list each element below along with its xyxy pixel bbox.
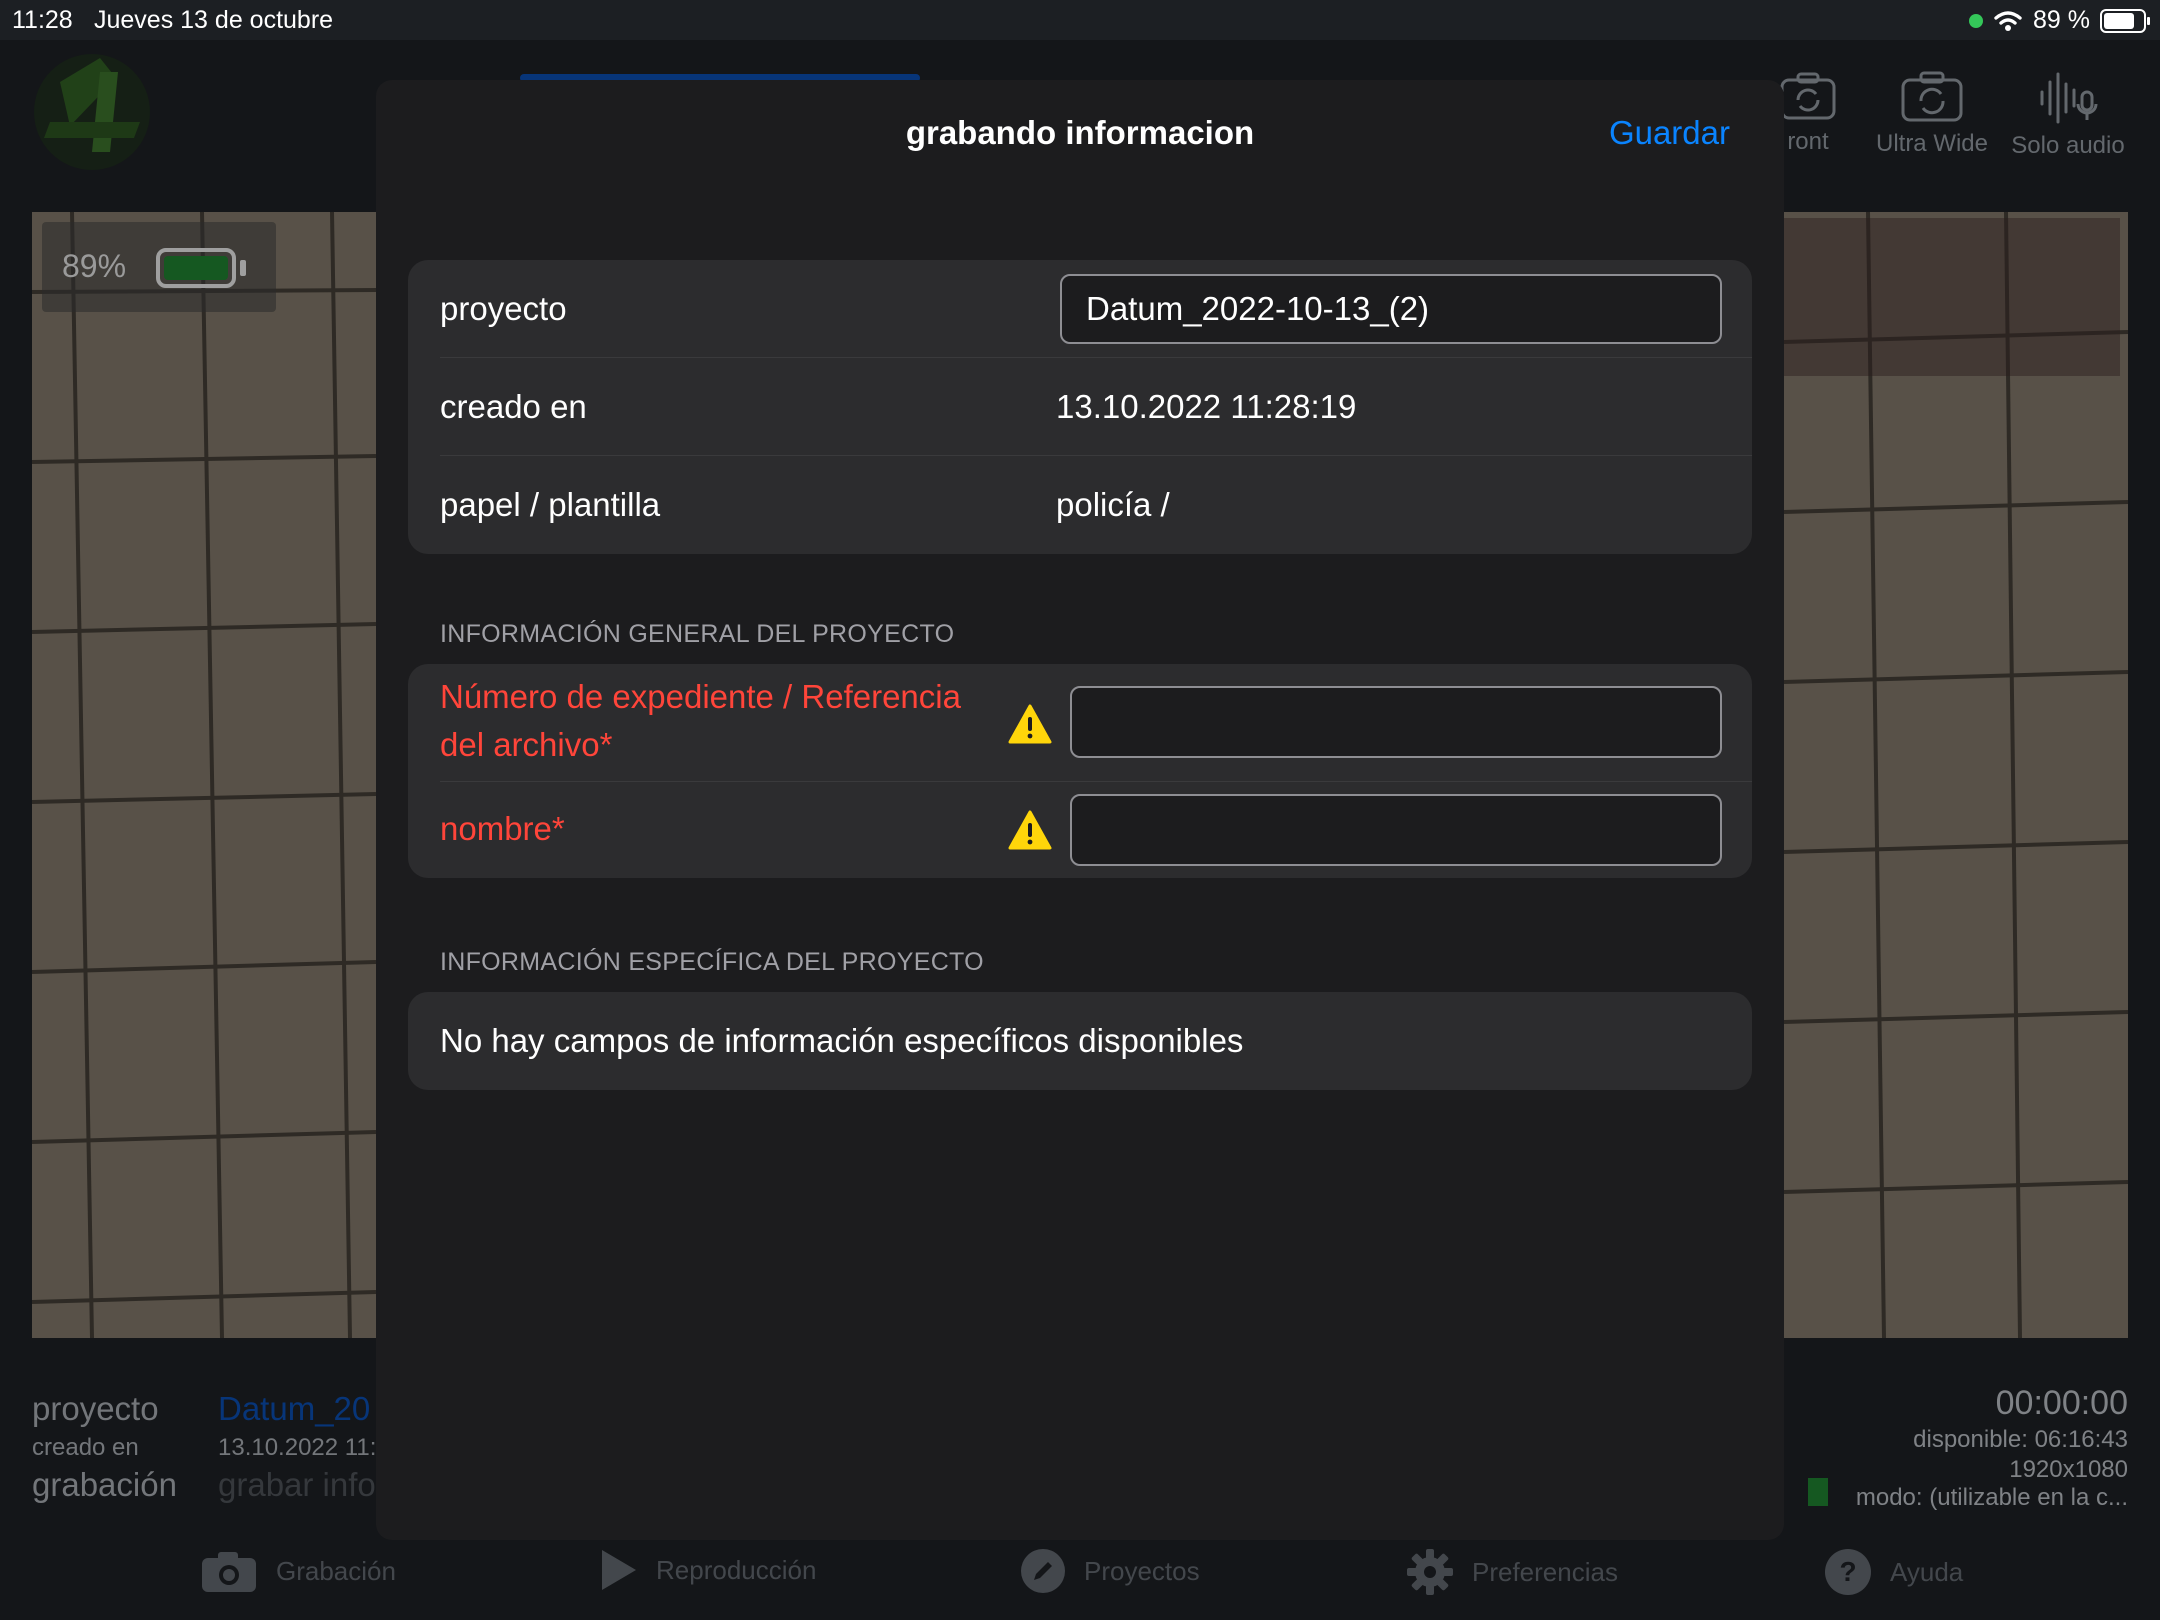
file-number-label-line1: Número de expediente / Referencia <box>440 678 961 715</box>
record-info-modal: grabando informacion Guardar proyecto cr… <box>376 80 1784 1540</box>
name-row: nombre* <box>408 782 1752 878</box>
paper-template-label: papel / plantilla <box>440 486 661 523</box>
paper-row: papel / plantilla policía / <box>408 456 1752 554</box>
project-row: proyecto <box>408 260 1752 358</box>
status-bar: 11:28 Jueves 13 de octubre 89 % <box>0 0 2160 40</box>
specific-info-header: INFORMACIÓN ESPECÍFICA DEL PROYECTO <box>440 948 984 976</box>
name-label: nombre* <box>440 810 565 847</box>
battery-icon <box>2100 8 2150 33</box>
mic-indicator-icon <box>1969 13 1984 28</box>
status-time: 11:28 <box>12 6 73 34</box>
project-name-input[interactable] <box>1060 274 1722 344</box>
battery-percentage: 89 % <box>2033 6 2090 34</box>
created-label: creado en <box>440 388 587 425</box>
created-row: creado en 13.10.2022 11:28:19 <box>408 358 1752 456</box>
file-number-label-line2: del archivo* <box>440 726 613 763</box>
modal-title: grabando informacion <box>905 114 1255 151</box>
warning-icon <box>1008 810 1052 850</box>
battery-level-fill <box>2104 12 2134 29</box>
specific-info-group: No hay campos de información específicos… <box>408 992 1752 1090</box>
project-label: proyecto <box>440 290 567 327</box>
status-date: Jueves 13 de octubre <box>94 6 334 34</box>
created-value: 13.10.2022 11:28:19 <box>1056 388 1357 425</box>
general-info-header: INFORMACIÓN GENERAL DEL PROYECTO <box>440 620 955 648</box>
name-input[interactable] <box>1070 794 1722 866</box>
file-number-input[interactable] <box>1070 686 1722 758</box>
save-button[interactable]: Guardar <box>1609 114 1730 152</box>
file-number-row: Número de expediente / Referencia del ar… <box>408 664 1752 782</box>
wifi-icon <box>1994 10 2022 31</box>
summary-group: proyecto creado en 13.10.2022 11:28:19 p… <box>408 260 1752 554</box>
warning-icon <box>1008 704 1052 744</box>
status-indicators: 89 % <box>1969 6 2150 35</box>
no-specific-fields-text: No hay campos de información específicos… <box>440 1022 1244 1059</box>
general-info-group: Número de expediente / Referencia del ar… <box>408 664 1752 878</box>
paper-template-value: policía / <box>1056 486 1170 523</box>
